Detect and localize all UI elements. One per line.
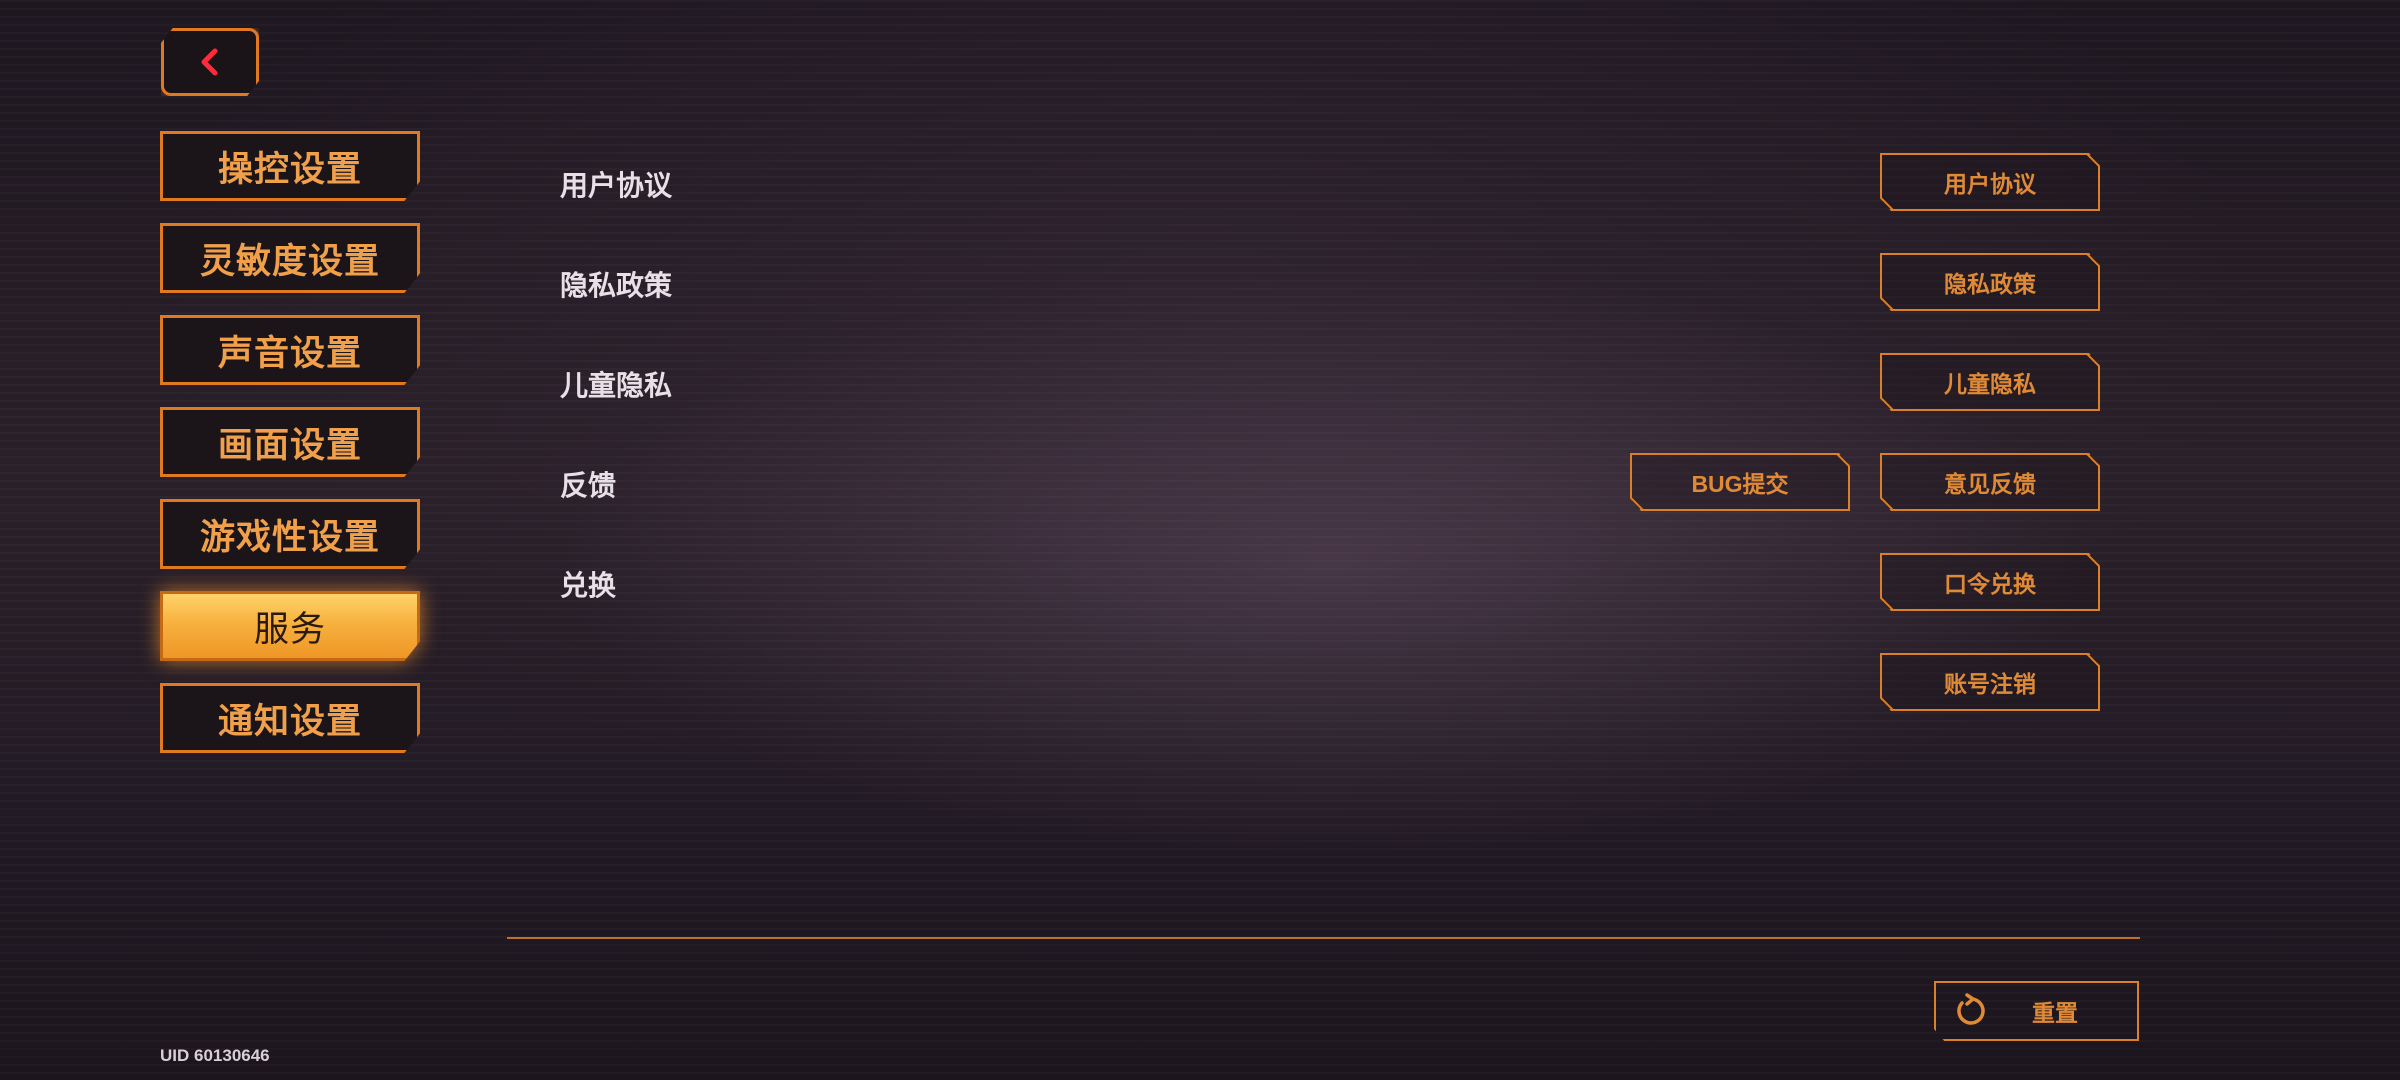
- button-label: 账号注销: [1944, 671, 2036, 697]
- row-label-redeem: 兑换: [560, 570, 617, 601]
- sidebar-item-graphics[interactable]: 画面设置: [160, 407, 420, 477]
- row-label-privacy-policy: 隐私政策: [560, 270, 673, 301]
- chevron-left-icon: [201, 48, 218, 76]
- divider: [507, 937, 2140, 939]
- uid-label: UID 60130646: [160, 1046, 270, 1065]
- sidebar-item-sensitivity[interactable]: 灵敏度设置: [160, 223, 420, 293]
- button-label: BUG提交: [1691, 471, 1789, 497]
- reset-button[interactable]: 重置: [1934, 981, 2139, 1041]
- button-label: 口令兑换: [1944, 571, 2036, 597]
- sidebar-item-label: 灵敏度设置: [199, 241, 380, 281]
- row-label-user-agreement: 用户协议: [560, 170, 673, 201]
- sidebar-item-notifications[interactable]: 通知设置: [160, 683, 420, 753]
- sidebar-item-gameplay[interactable]: 游戏性设置: [160, 499, 420, 569]
- sidebar-item-label: 通知设置: [217, 701, 362, 741]
- sidebar-item-label: 画面设置: [217, 425, 362, 465]
- child-privacy-button[interactable]: 儿童隐私: [1880, 353, 2100, 411]
- account-cancel-button[interactable]: 账号注销: [1880, 653, 2100, 711]
- row-label-feedback: 反馈: [560, 470, 617, 501]
- sidebar-item-label: 声音设置: [217, 333, 362, 373]
- sidebar-item-sound[interactable]: 声音设置: [160, 315, 420, 385]
- sidebar-item-service[interactable]: 服务: [160, 591, 420, 661]
- feedback-button[interactable]: 意见反馈: [1880, 453, 2100, 511]
- reset-label: 重置: [2032, 1000, 2078, 1026]
- back-button[interactable]: [161, 28, 259, 96]
- refresh-icon: [1957, 993, 1985, 1025]
- button-label: 用户协议: [1944, 171, 2036, 197]
- button-label: 隐私政策: [1944, 271, 2036, 297]
- settings-sidebar: 操控设置 灵敏度设置 声音设置 画面设置 游戏性设置 服务 通知设置: [160, 131, 420, 775]
- sidebar-item-controls[interactable]: 操控设置: [160, 131, 420, 201]
- privacy-policy-button[interactable]: 隐私政策: [1880, 253, 2100, 311]
- user-agreement-button[interactable]: 用户协议: [1880, 153, 2100, 211]
- bug-submit-button[interactable]: BUG提交: [1630, 453, 1850, 511]
- button-label: 儿童隐私: [1944, 371, 2036, 397]
- row-label-child-privacy: 儿童隐私: [560, 370, 673, 401]
- code-redeem-button[interactable]: 口令兑换: [1880, 553, 2100, 611]
- sidebar-item-label: 服务: [253, 609, 326, 649]
- button-label: 意见反馈: [1944, 471, 2036, 497]
- sidebar-item-label: 游戏性设置: [199, 517, 380, 557]
- sidebar-item-label: 操控设置: [217, 149, 362, 189]
